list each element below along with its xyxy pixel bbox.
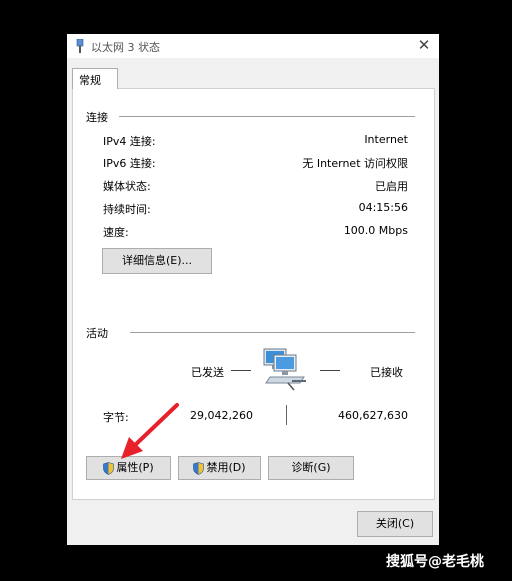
ethernet-icon [76, 39, 84, 53]
ipv6-value: 无 Internet 访问权限 [302, 157, 408, 170]
connection-group-label: 连接 [86, 111, 108, 124]
red-arrow-annotation [121, 403, 179, 459]
network-computers-icon [263, 348, 306, 391]
tab-general[interactable]: 常规 [72, 68, 118, 89]
bytes-received-value: 460,627,630 [338, 409, 408, 422]
received-dash [320, 370, 340, 371]
tab-panel: 连接 IPv4 连接: Internet IPv6 连接: 无 Internet… [72, 88, 435, 500]
uac-shield-icon [193, 461, 205, 475]
title-bar: 以太网 3 状态 ✕ [67, 34, 439, 58]
tab-general-label: 常规 [79, 74, 101, 87]
activity-divider [130, 332, 415, 333]
diagnose-button[interactable]: 诊断(G) [268, 456, 354, 480]
bytes-sent-value: 29,042,260 [190, 409, 253, 422]
status-dialog: 以太网 3 状态 ✕ 常规 连接 IPv4 连接: Internet IPv6 … [67, 34, 439, 545]
window-title: 以太网 3 状态 [91, 41, 160, 54]
sent-label: 已发送 [191, 366, 224, 379]
sent-dash [231, 370, 251, 371]
ipv4-value: Internet [364, 133, 408, 146]
close-window-button[interactable]: ✕ [415, 36, 433, 54]
duration-value: 04:15:56 [358, 201, 408, 214]
ipv6-label: IPv6 连接: [103, 157, 156, 170]
disable-button-label: 禁用(D) [206, 461, 246, 474]
close-button[interactable]: 关闭(C) [357, 511, 433, 537]
watermark-text: 搜狐号@老毛桃 [386, 554, 484, 570]
ipv4-label: IPv4 连接: [103, 135, 156, 148]
speed-value: 100.0 Mbps [343, 224, 408, 237]
details-button[interactable]: 详细信息(E)... [102, 248, 212, 274]
received-label: 已接收 [370, 366, 403, 379]
uac-shield-icon [103, 461, 115, 475]
disable-button[interactable]: 禁用(D) [178, 456, 261, 480]
duration-label: 持续时间: [103, 203, 151, 216]
media-state-label: 媒体状态: [103, 180, 151, 193]
media-state-value: 已启用 [375, 180, 408, 193]
connection-divider [119, 116, 415, 117]
bytes-separator [286, 405, 287, 425]
activity-group-label: 活动 [86, 327, 108, 340]
speed-label: 速度: [103, 226, 129, 239]
